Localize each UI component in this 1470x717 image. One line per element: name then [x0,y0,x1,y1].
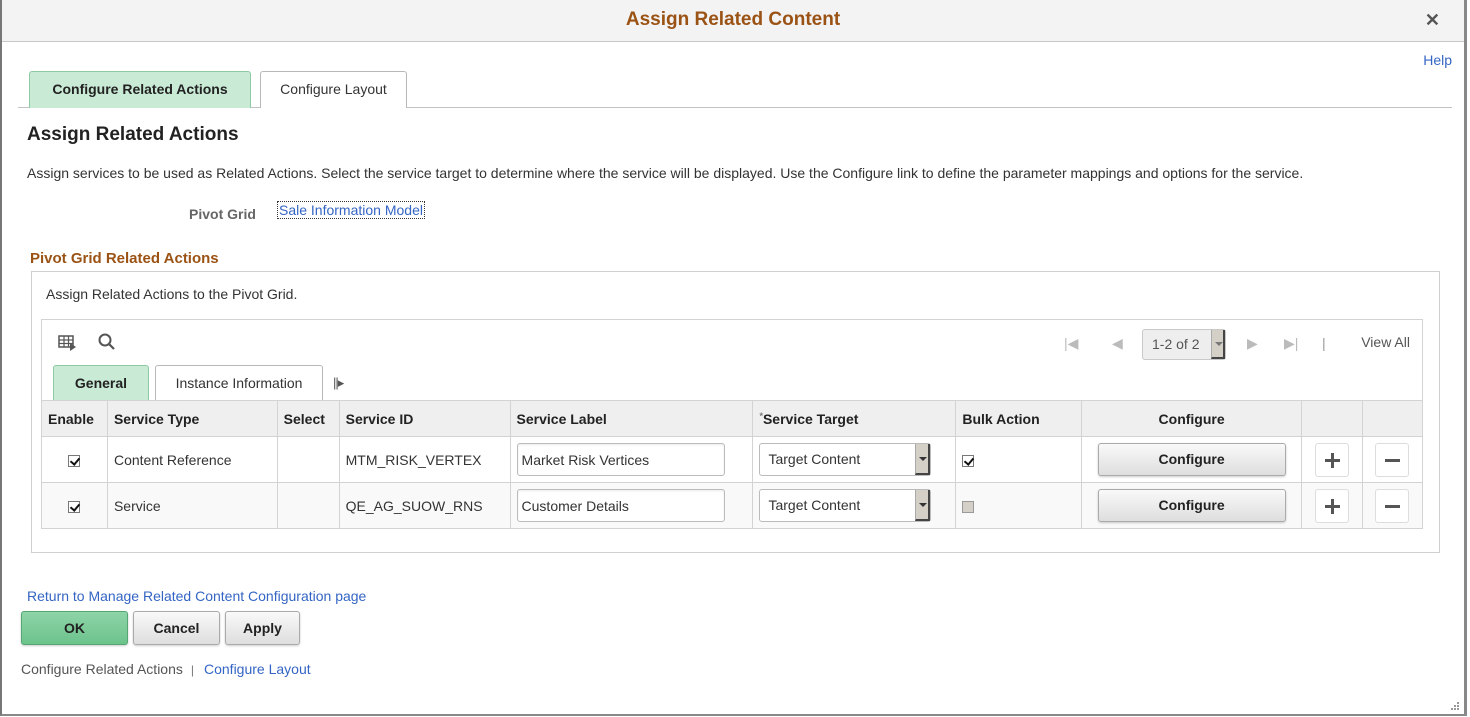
chevron-down-icon [915,444,931,475]
column-header-service-id: Service ID [338,400,511,437]
table-row: Service QE_AG_SUOW_RNS Target Content Co… [41,482,1424,529]
service-target-value: Target Content [768,497,861,513]
service-label-input[interactable] [516,489,725,522]
minus-icon [1385,504,1401,508]
next-page-icon[interactable]: ▶ [1247,335,1258,352]
select-cell [276,436,340,483]
ok-button[interactable]: OK [21,611,128,645]
section-title: Pivot Grid Related Actions [30,250,219,267]
chevron-down-icon [1211,330,1225,359]
assign-related-content-dialog: Assign Related Content ✕ Help Configure … [0,0,1467,716]
service-id-cell: QE_AG_SUOW_RNS [338,482,511,529]
footer-page-links: Configure Related Actions | Configure Layo… [21,661,311,677]
footer-configure-layout-link[interactable]: Configure Layout [204,661,311,677]
grid-tab-instance-information[interactable]: Instance Information [155,365,323,400]
service-target-select[interactable]: Target Content [759,489,932,522]
column-header-bulk-action: Bulk Action [955,400,1083,437]
related-actions-grid: |◀ ◀ 1-2 of 2 ▶ ▶| | View All General In… [41,319,1424,529]
column-header-service-target: *Service Target [752,400,957,437]
pagination-separator: | [1322,335,1326,351]
column-header-select: Select [276,400,340,437]
minus-icon [1385,458,1401,462]
pivot-grid-related-actions-section: Assign Related Actions to the Pivot Grid… [31,271,1440,553]
pivot-grid-label: Pivot Grid [189,206,256,222]
column-header-service-type: Service Type [106,400,278,437]
previous-page-icon[interactable]: ◀ [1112,335,1123,352]
last-page-icon[interactable]: ▶| [1284,335,1298,352]
service-id-cell: MTM_RISK_VERTEX [338,436,511,483]
service-type-cell: Service [106,482,278,529]
apply-button[interactable]: Apply [225,611,300,645]
section-description: Assign Related Actions to the Pivot Grid… [46,286,298,302]
column-header-add [1301,400,1363,437]
footer-current-page: Configure Related Actions [21,661,183,677]
add-row-button[interactable] [1315,488,1350,523]
table-header-row: Enable Service Type Select Service ID Se… [41,400,1424,437]
grid-pagination: |◀ ◀ 1-2 of 2 ▶ ▶| | View All [1064,329,1410,360]
dialog-title: Assign Related Content [625,9,841,30]
bulk-action-checkbox[interactable] [962,454,975,467]
related-actions-table: Enable Service Type Select Service ID Se… [41,400,1424,529]
column-header-delete [1361,400,1424,437]
show-all-columns-icon[interactable]: ||▸ [333,375,344,391]
pivot-grid-link[interactable]: Sale Information Model [277,201,425,219]
service-target-select[interactable]: Target Content [759,443,932,476]
column-header-enable: Enable [41,400,108,437]
page-description: Assign services to be used as Related Ac… [27,165,1304,181]
help-link[interactable]: Help [1423,52,1452,68]
view-all-link[interactable]: View All [1361,334,1410,350]
service-label-input[interactable] [516,443,725,476]
dialog-titlebar: Assign Related Content ✕ [2,0,1464,42]
footer-separator: | [190,663,194,677]
page-title: Assign Related Actions [27,124,239,145]
page-tabs: Configure Related Actions Configure Layo… [18,71,1452,108]
return-link[interactable]: Return to Manage Related Content Configu… [27,588,366,604]
tab-configure-layout[interactable]: Configure Layout [260,71,407,108]
bulk-action-checkbox[interactable] [962,500,975,513]
close-icon[interactable]: ✕ [1425,10,1440,31]
column-header-service-target-label: Service Target [762,410,859,427]
enable-checkbox[interactable] [68,454,81,467]
page-range: 1-2 of 2 [1152,336,1200,352]
select-cell [276,482,340,529]
resize-grip-icon[interactable] [1450,701,1460,711]
page-range-select[interactable]: 1-2 of 2 [1142,329,1226,360]
cancel-button[interactable]: Cancel [133,611,220,645]
service-target-value: Target Content [768,451,861,467]
chevron-down-icon [915,490,931,521]
grid-tab-general[interactable]: General [53,365,149,400]
enable-checkbox[interactable] [68,500,81,513]
column-header-service-label: Service Label [509,400,754,437]
delete-row-button[interactable] [1375,488,1410,523]
table-row: Content Reference MTM_RISK_VERTEX Target… [41,436,1424,483]
add-row-button[interactable] [1315,442,1350,477]
delete-row-button[interactable] [1375,442,1410,477]
tab-configure-related-actions[interactable]: Configure Related Actions [29,71,251,108]
configure-button[interactable]: Configure [1097,443,1286,476]
search-icon[interactable] [97,332,117,352]
first-page-icon[interactable]: |◀ [1064,335,1078,352]
column-header-configure: Configure [1081,400,1303,437]
service-type-cell: Content Reference [106,436,278,483]
grid-personalize-icon[interactable] [57,332,77,352]
configure-button[interactable]: Configure [1097,489,1286,522]
